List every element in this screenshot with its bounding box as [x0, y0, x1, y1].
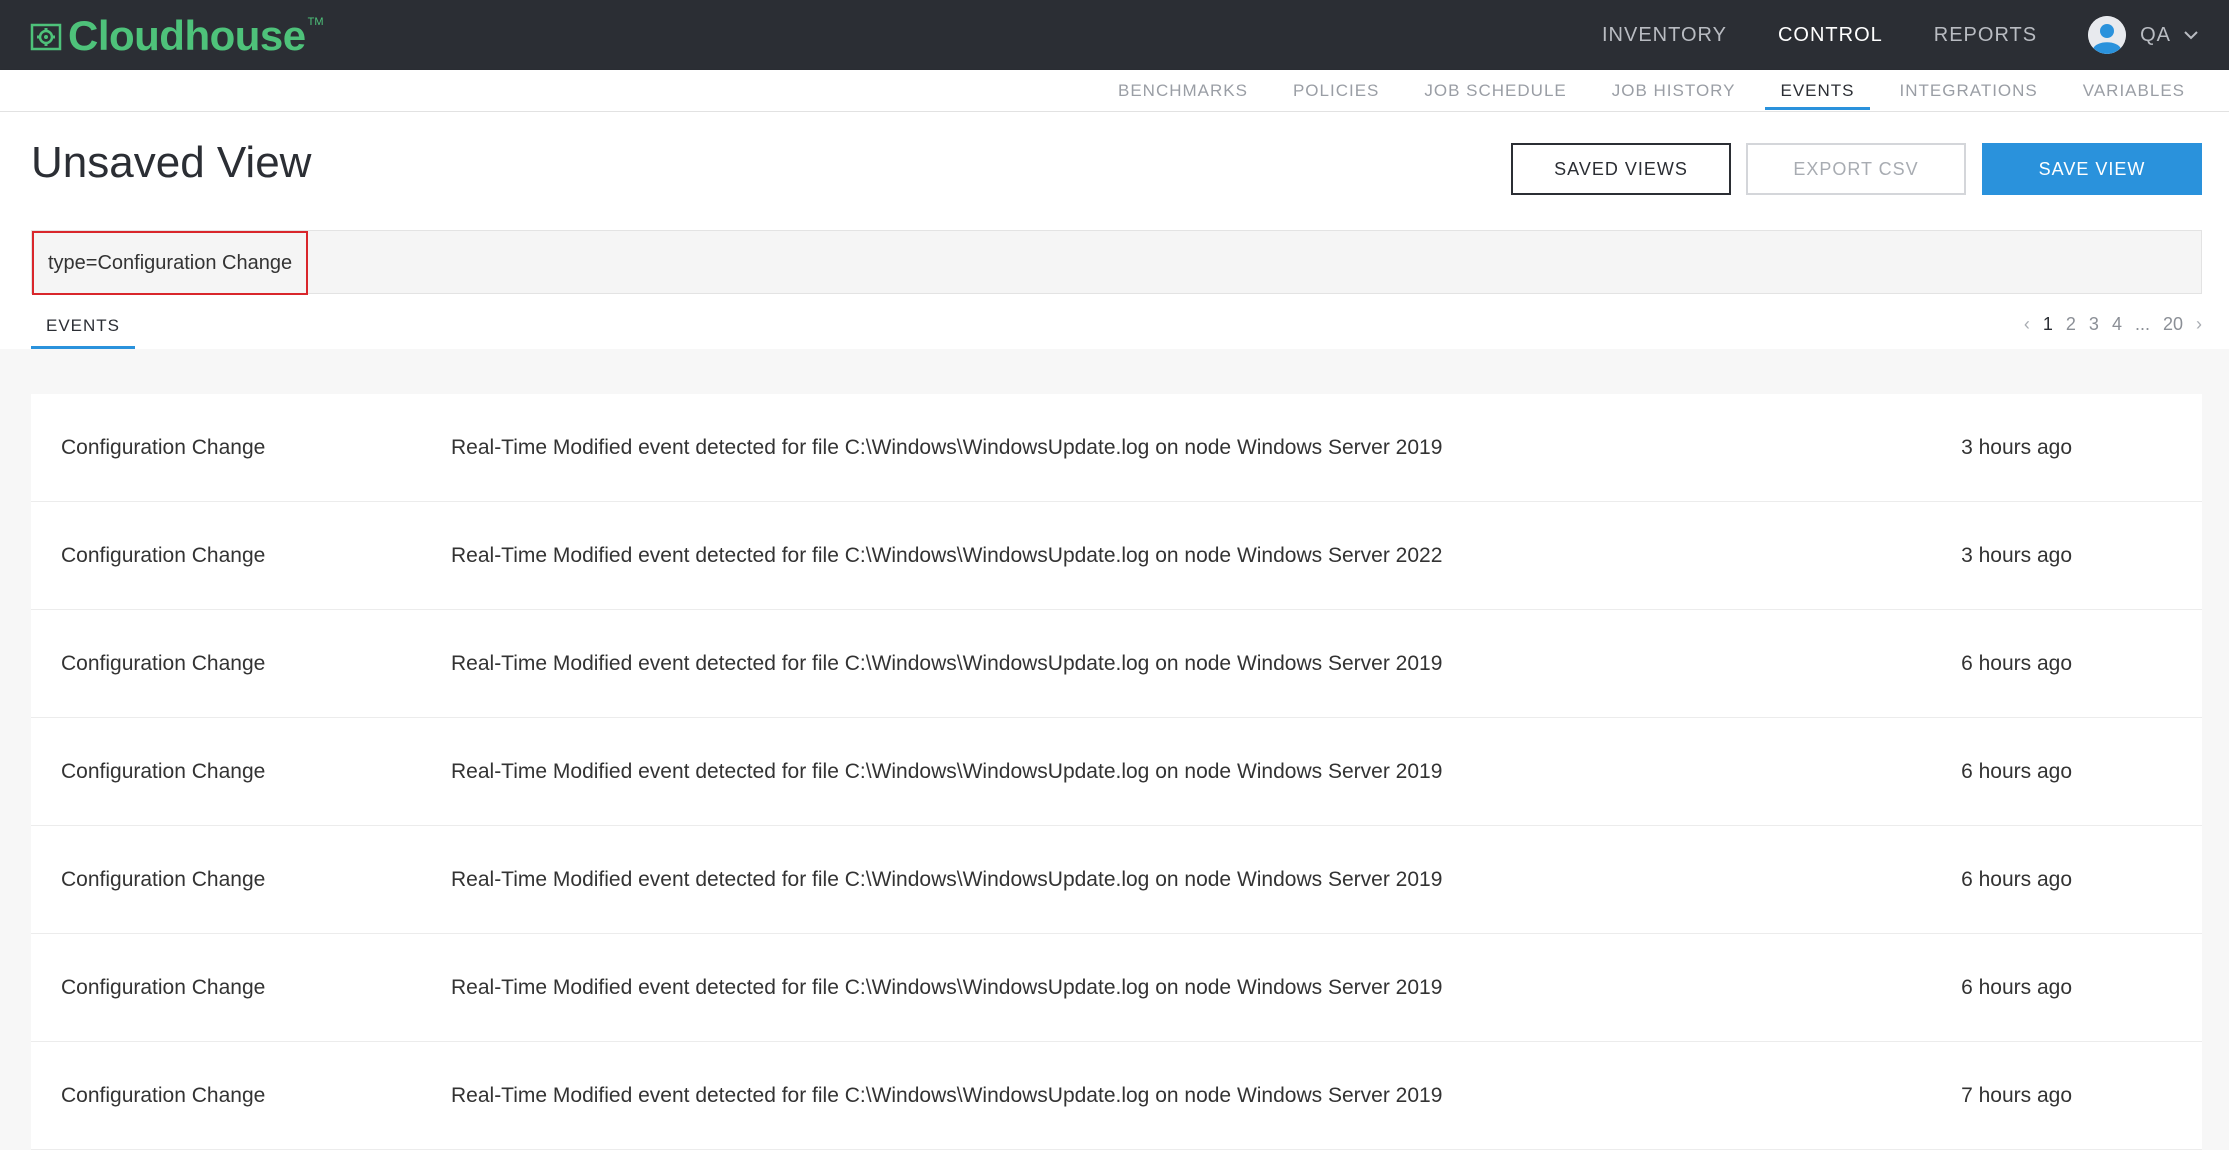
nav-control[interactable]: CONTROL [1778, 24, 1883, 47]
event-type: Configuration Change [61, 544, 266, 567]
page-3[interactable]: 3 [2089, 314, 2099, 335]
event-type: Configuration Change [61, 436, 266, 459]
subnav-integrations[interactable]: INTEGRATIONS [1885, 70, 2053, 112]
page-1[interactable]: 1 [2043, 314, 2053, 335]
page-header: Unsaved View SAVED VIEWS EXPORT CSV SAVE… [0, 112, 2229, 349]
event-type: Configuration Change [61, 1084, 266, 1107]
subnav-policies[interactable]: POLICIES [1278, 70, 1394, 112]
filter-bar[interactable]: type=Configuration Change [31, 230, 2202, 295]
event-description: Real-Time Modified event detected for fi… [451, 760, 1443, 783]
saved-views-button[interactable]: SAVED VIEWS [1511, 143, 1731, 195]
events-list: Configuration Change Real-Time Modified … [31, 394, 2202, 1150]
event-time: 3 hours ago [1961, 436, 2072, 459]
event-time: 7 hours ago [1961, 1084, 2072, 1107]
export-csv-button[interactable]: EXPORT CSV [1746, 143, 1966, 195]
list-item[interactable]: Configuration Change Real-Time Modified … [31, 502, 2202, 610]
list-item[interactable]: Configuration Change Real-Time Modified … [31, 718, 2202, 826]
list-item[interactable]: Configuration Change Real-Time Modified … [31, 394, 2202, 502]
event-time: 6 hours ago [1961, 976, 2072, 999]
next-page-icon[interactable]: › [2196, 314, 2202, 335]
list-item[interactable]: Configuration Change Real-Time Modified … [31, 826, 2202, 934]
subnav-job-schedule[interactable]: JOB SCHEDULE [1409, 70, 1581, 112]
list-item[interactable]: Configuration Change Real-Time Modified … [31, 934, 2202, 1042]
brand-trademark: TM [307, 16, 324, 28]
subnav-job-history[interactable]: JOB HISTORY [1597, 70, 1751, 112]
event-description: Real-Time Modified event detected for fi… [451, 1084, 1443, 1107]
user-name: QA [2140, 23, 2171, 46]
event-time: 3 hours ago [1961, 544, 2072, 567]
pagination: ‹ 1 2 3 4 ... 20 › [2011, 310, 2202, 338]
nav-inventory[interactable]: INVENTORY [1602, 24, 1727, 47]
subnav-events[interactable]: EVENTS [1765, 70, 1870, 112]
user-menu[interactable]: QA [2088, 16, 2199, 54]
event-type: Configuration Change [61, 976, 266, 999]
sub-nav: BENCHMARKS POLICIES JOB SCHEDULE JOB HIS… [0, 70, 2229, 112]
event-time: 6 hours ago [1961, 868, 2072, 891]
subnav-benchmarks[interactable]: BENCHMARKS [1103, 70, 1263, 112]
list-item[interactable]: Configuration Change Real-Time Modified … [31, 1042, 2202, 1150]
page-title: Unsaved View [31, 138, 312, 187]
main-nav: INVENTORY CONTROL REPORTS QA [1602, 0, 2229, 70]
page-4[interactable]: 4 [2112, 314, 2122, 335]
top-bar: Cloudhouse TM INVENTORY CONTROL REPORTS … [0, 0, 2229, 70]
page-20[interactable]: 20 [2163, 314, 2183, 335]
event-description: Real-Time Modified event detected for fi… [451, 652, 1443, 675]
save-view-button[interactable]: SAVE VIEW [1982, 143, 2202, 195]
event-time: 6 hours ago [1961, 760, 2072, 783]
chevron-down-icon [2184, 31, 2198, 40]
event-description: Real-Time Modified event detected for fi… [451, 976, 1443, 999]
prev-page-icon[interactable]: ‹ [2024, 314, 2030, 335]
subnav-variables[interactable]: VARIABLES [2068, 70, 2200, 112]
user-avatar-icon [2088, 16, 2127, 54]
event-time: 6 hours ago [1961, 652, 2072, 675]
brand-name: Cloudhouse [68, 12, 306, 59]
nav-reports[interactable]: REPORTS [1934, 24, 2037, 47]
list-item[interactable]: Configuration Change Real-Time Modified … [31, 610, 2202, 718]
brand-logo[interactable]: Cloudhouse TM [30, 12, 324, 60]
page-ellipsis: ... [2134, 313, 2150, 334]
event-type: Configuration Change [61, 868, 266, 891]
event-type: Configuration Change [61, 760, 266, 783]
tab-events[interactable]: EVENTS [31, 311, 136, 349]
event-description: Real-Time Modified event detected for fi… [451, 544, 1443, 567]
gear-house-icon [30, 23, 62, 51]
page-2[interactable]: 2 [2066, 314, 2076, 335]
event-type: Configuration Change [61, 652, 266, 675]
event-description: Real-Time Modified event detected for fi… [451, 436, 1443, 459]
event-description: Real-Time Modified event detected for fi… [451, 868, 1443, 891]
filter-chip[interactable]: type=Configuration Change [32, 231, 309, 295]
